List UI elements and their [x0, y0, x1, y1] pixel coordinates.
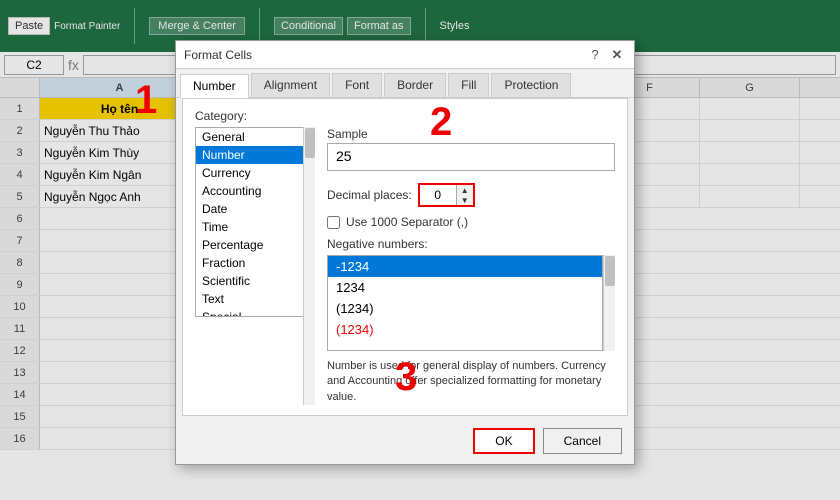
negative-numbers-label: Negative numbers:: [327, 237, 615, 251]
dialog-controls: ? ✕: [586, 46, 626, 64]
format-cells-dialog: Format Cells ? ✕ Number Alignment Font B…: [175, 40, 635, 465]
neg-item-paren1234[interactable]: (1234): [328, 298, 602, 319]
tab-protection[interactable]: Protection: [491, 73, 571, 97]
dialog-titlebar: Format Cells ? ✕: [176, 41, 634, 69]
tab-fill[interactable]: Fill: [448, 73, 489, 97]
category-scientific[interactable]: Scientific: [196, 272, 314, 290]
sample-section: Sample 25: [327, 127, 615, 171]
separator-row: Use 1000 Separator (,): [327, 215, 615, 229]
category-percentage[interactable]: Percentage: [196, 236, 314, 254]
decimal-input-wrapper: ▲ ▼: [418, 183, 475, 207]
category-time[interactable]: Time: [196, 218, 314, 236]
sample-box: 25: [327, 143, 615, 171]
description-text: Number is used for general display of nu…: [327, 359, 615, 405]
dialog-title: Format Cells: [184, 48, 252, 62]
neg-item-1234[interactable]: 1234: [328, 277, 602, 298]
category-list-container: General Number Currency Accounting Date …: [195, 127, 615, 405]
dialog-tabs: Number Alignment Font Border Fill Protec…: [176, 69, 634, 98]
category-text[interactable]: Text: [196, 290, 314, 308]
decimal-places-label: Decimal places:: [327, 188, 412, 202]
category-currency[interactable]: Currency: [196, 164, 314, 182]
tab-border[interactable]: Border: [384, 73, 446, 97]
neg-item-minus1234[interactable]: -1234: [328, 256, 602, 277]
category-scrollbar[interactable]: [303, 127, 315, 405]
category-date[interactable]: Date: [196, 200, 314, 218]
separator-checkbox[interactable]: [327, 216, 340, 229]
category-number[interactable]: Number: [196, 146, 314, 164]
right-panel: Sample 25 Decimal places: ▲ ▼: [327, 127, 615, 405]
dialog-footer: OK Cancel: [176, 422, 634, 464]
separator-label: Use 1000 Separator (,): [346, 215, 468, 229]
category-fraction[interactable]: Fraction: [196, 254, 314, 272]
modal-overlay: Format Cells ? ✕ Number Alignment Font B…: [0, 0, 840, 500]
category-special[interactable]: Special: [196, 308, 314, 317]
dialog-body: Category: General Number Currency Accoun…: [182, 98, 628, 416]
scrollbar-thumb: [305, 128, 315, 158]
category-section-label: Category:: [195, 109, 615, 123]
ok-button[interactable]: OK: [473, 428, 534, 454]
close-button[interactable]: ✕: [608, 46, 626, 64]
neg-list-scrollbar[interactable]: [603, 255, 615, 351]
decimal-places-row: Decimal places: ▲ ▼: [327, 183, 615, 207]
decimal-spinner: ▲ ▼: [456, 185, 473, 205]
category-accounting[interactable]: Accounting: [196, 182, 314, 200]
tab-alignment[interactable]: Alignment: [251, 73, 330, 97]
spinner-down-button[interactable]: ▼: [457, 195, 473, 205]
decimal-places-input[interactable]: [420, 185, 456, 205]
neg-scrollbar-thumb: [605, 256, 615, 286]
tab-font[interactable]: Font: [332, 73, 382, 97]
cancel-button[interactable]: Cancel: [543, 428, 622, 454]
help-button[interactable]: ?: [586, 46, 604, 64]
spinner-up-button[interactable]: ▲: [457, 185, 473, 195]
sample-label: Sample: [327, 127, 615, 141]
category-list: General Number Currency Accounting Date …: [195, 127, 315, 317]
tab-number[interactable]: Number: [180, 74, 249, 98]
category-general[interactable]: General: [196, 128, 314, 146]
neg-item-red1234[interactable]: (1234): [328, 319, 602, 340]
negative-numbers-list: -1234 1234 (1234) (1234): [327, 255, 603, 351]
